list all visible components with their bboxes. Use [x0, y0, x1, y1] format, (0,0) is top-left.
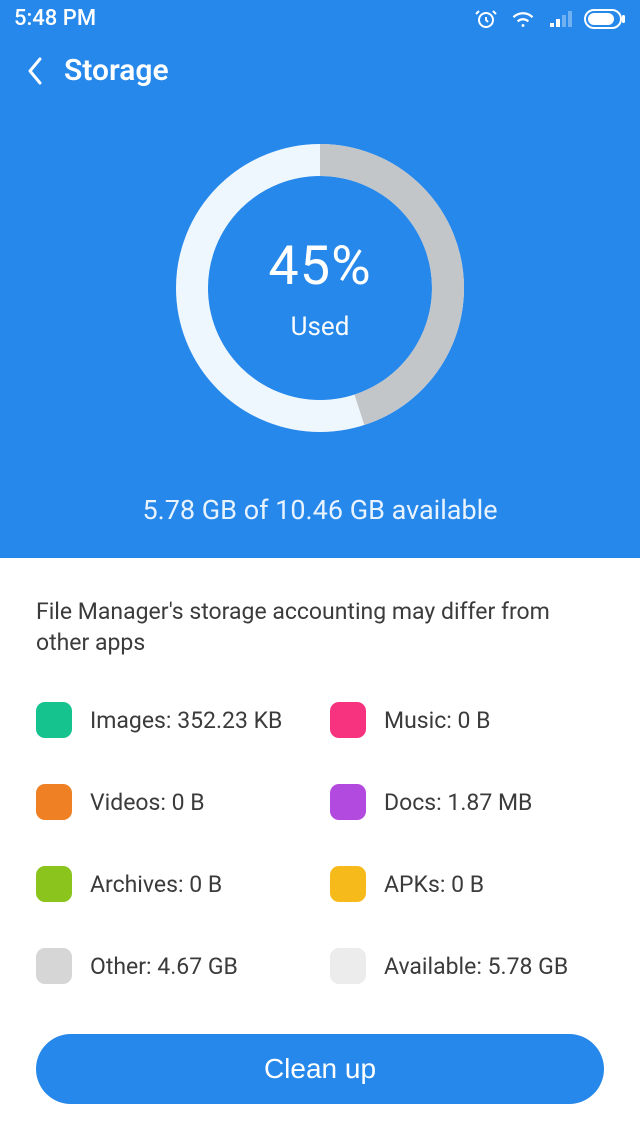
category-label: Music: 0 B: [384, 707, 491, 734]
category-label: Other: 4.67 GB: [90, 953, 238, 980]
category-label: Docs: 1.87 MB: [384, 789, 532, 816]
status-icons: [474, 7, 626, 31]
storage-percent: 45%: [268, 235, 371, 298]
category-item: APKs: 0 B: [330, 866, 604, 902]
signal-icon: [548, 7, 572, 31]
status-bar: 5:48 PM: [0, 0, 640, 35]
category-label: Images: 352.23 KB: [90, 707, 282, 734]
storage-available-line: 5.78 GB of 10.46 GB available: [0, 494, 640, 526]
wifi-icon: [510, 7, 536, 31]
category-swatch: [36, 948, 72, 984]
category-grid: Images: 352.23 KB Music: 0 B Videos: 0 B Do…: [36, 702, 604, 984]
category-item: Music: 0 B: [330, 702, 604, 738]
category-item: Images: 352.23 KB: [36, 702, 310, 738]
alarm-icon: [474, 7, 498, 31]
category-item: Docs: 1.87 MB: [330, 784, 604, 820]
category-label: Videos: 0 B: [90, 789, 205, 816]
storage-disclaimer: File Manager's storage accounting may di…: [36, 596, 604, 658]
category-swatch: [330, 702, 366, 738]
cleanup-button[interactable]: Clean up: [36, 1034, 604, 1104]
category-swatch: [36, 702, 72, 738]
category-swatch: [330, 784, 366, 820]
category-label: Available: 5.78 GB: [384, 953, 568, 980]
back-icon[interactable]: [26, 55, 46, 87]
category-item: Available: 5.78 GB: [330, 948, 604, 984]
storage-used-label: Used: [291, 312, 350, 342]
category-item: Videos: 0 B: [36, 784, 310, 820]
category-label: APKs: 0 B: [384, 871, 484, 898]
battery-icon: [584, 9, 626, 29]
category-label: Archives: 0 B: [90, 871, 222, 898]
category-item: Archives: 0 B: [36, 866, 310, 902]
category-swatch: [330, 866, 366, 902]
category-swatch: [36, 784, 72, 820]
category-swatch: [36, 866, 72, 902]
storage-ring-chart: 45% Used: [170, 138, 470, 438]
category-swatch: [330, 948, 366, 984]
category-item: Other: 4.67 GB: [36, 948, 310, 984]
status-time: 5:48 PM: [14, 6, 96, 31]
page-title: Storage: [64, 53, 169, 88]
